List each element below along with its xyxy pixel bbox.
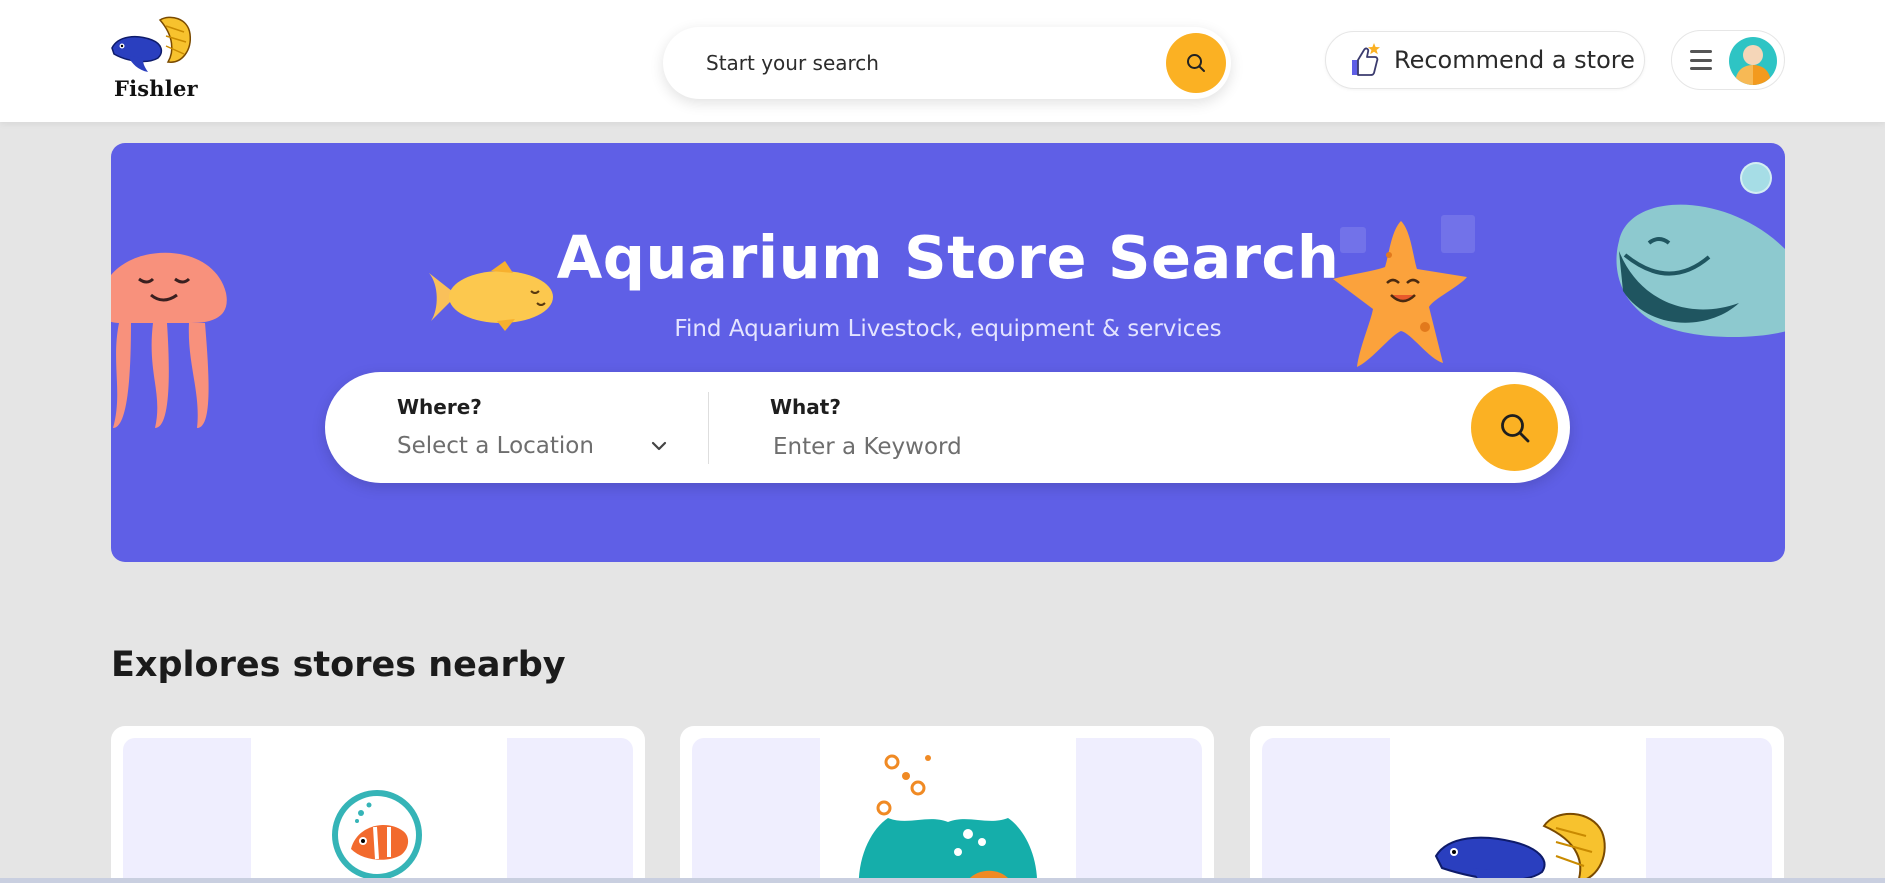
bubble bbox=[1740, 162, 1772, 194]
logo-text: Fishler bbox=[114, 76, 198, 101]
store-search-form: Where? Select a Location What? bbox=[325, 372, 1570, 483]
store-card-image-area bbox=[692, 738, 1202, 883]
header-search-bar bbox=[663, 27, 1231, 99]
chevron-down-icon bbox=[651, 441, 667, 451]
header-search-button[interactable] bbox=[1166, 33, 1226, 93]
location-select[interactable]: Select a Location bbox=[397, 428, 667, 464]
hero-title: Aquarium Store Search bbox=[556, 223, 1340, 292]
fishbowl-logo-icon bbox=[858, 754, 1038, 883]
store-card-image-area bbox=[1262, 738, 1772, 883]
search-icon bbox=[1500, 413, 1529, 442]
user-menu-button[interactable] bbox=[1671, 30, 1785, 90]
hero-subtitle: Find Aquarium Livestock, equipment & ser… bbox=[674, 316, 1222, 342]
menu-icon bbox=[1690, 50, 1712, 70]
header-search-input[interactable] bbox=[706, 47, 1106, 79]
where-label: Where? bbox=[397, 395, 482, 419]
site-logo[interactable]: Fishler bbox=[108, 12, 198, 101]
store-card-image bbox=[251, 738, 507, 883]
store-card-image-area bbox=[123, 738, 633, 883]
recommend-store-label: Recommend a store bbox=[1394, 46, 1635, 74]
store-card[interactable] bbox=[111, 726, 645, 883]
what-label: What? bbox=[770, 395, 841, 419]
store-card-image bbox=[1390, 738, 1646, 883]
avatar bbox=[1729, 37, 1777, 85]
clownfish-logo-icon bbox=[332, 790, 422, 880]
keyword-input[interactable] bbox=[773, 428, 1393, 466]
store-card[interactable] bbox=[680, 726, 1214, 883]
search-icon bbox=[1187, 54, 1205, 72]
bottom-scroll-edge bbox=[0, 878, 1885, 883]
betta-fish-logo-icon bbox=[1434, 813, 1606, 883]
hero-banner: Aquarium Store Search Find Aquarium Live… bbox=[111, 143, 1785, 562]
search-divider bbox=[708, 392, 709, 464]
section-title: Explores stores nearby bbox=[111, 645, 566, 685]
store-card[interactable] bbox=[1250, 726, 1784, 883]
thumbs-up-icon bbox=[1352, 43, 1380, 76]
location-select-value: Select a Location bbox=[397, 433, 594, 459]
store-card-image bbox=[820, 738, 1076, 883]
recommend-store-button[interactable]: Recommend a store bbox=[1325, 31, 1645, 89]
top-header: Fishler Recommend a store bbox=[0, 0, 1885, 122]
fish-logo-icon bbox=[111, 16, 191, 72]
hero-search-button[interactable] bbox=[1471, 384, 1558, 471]
